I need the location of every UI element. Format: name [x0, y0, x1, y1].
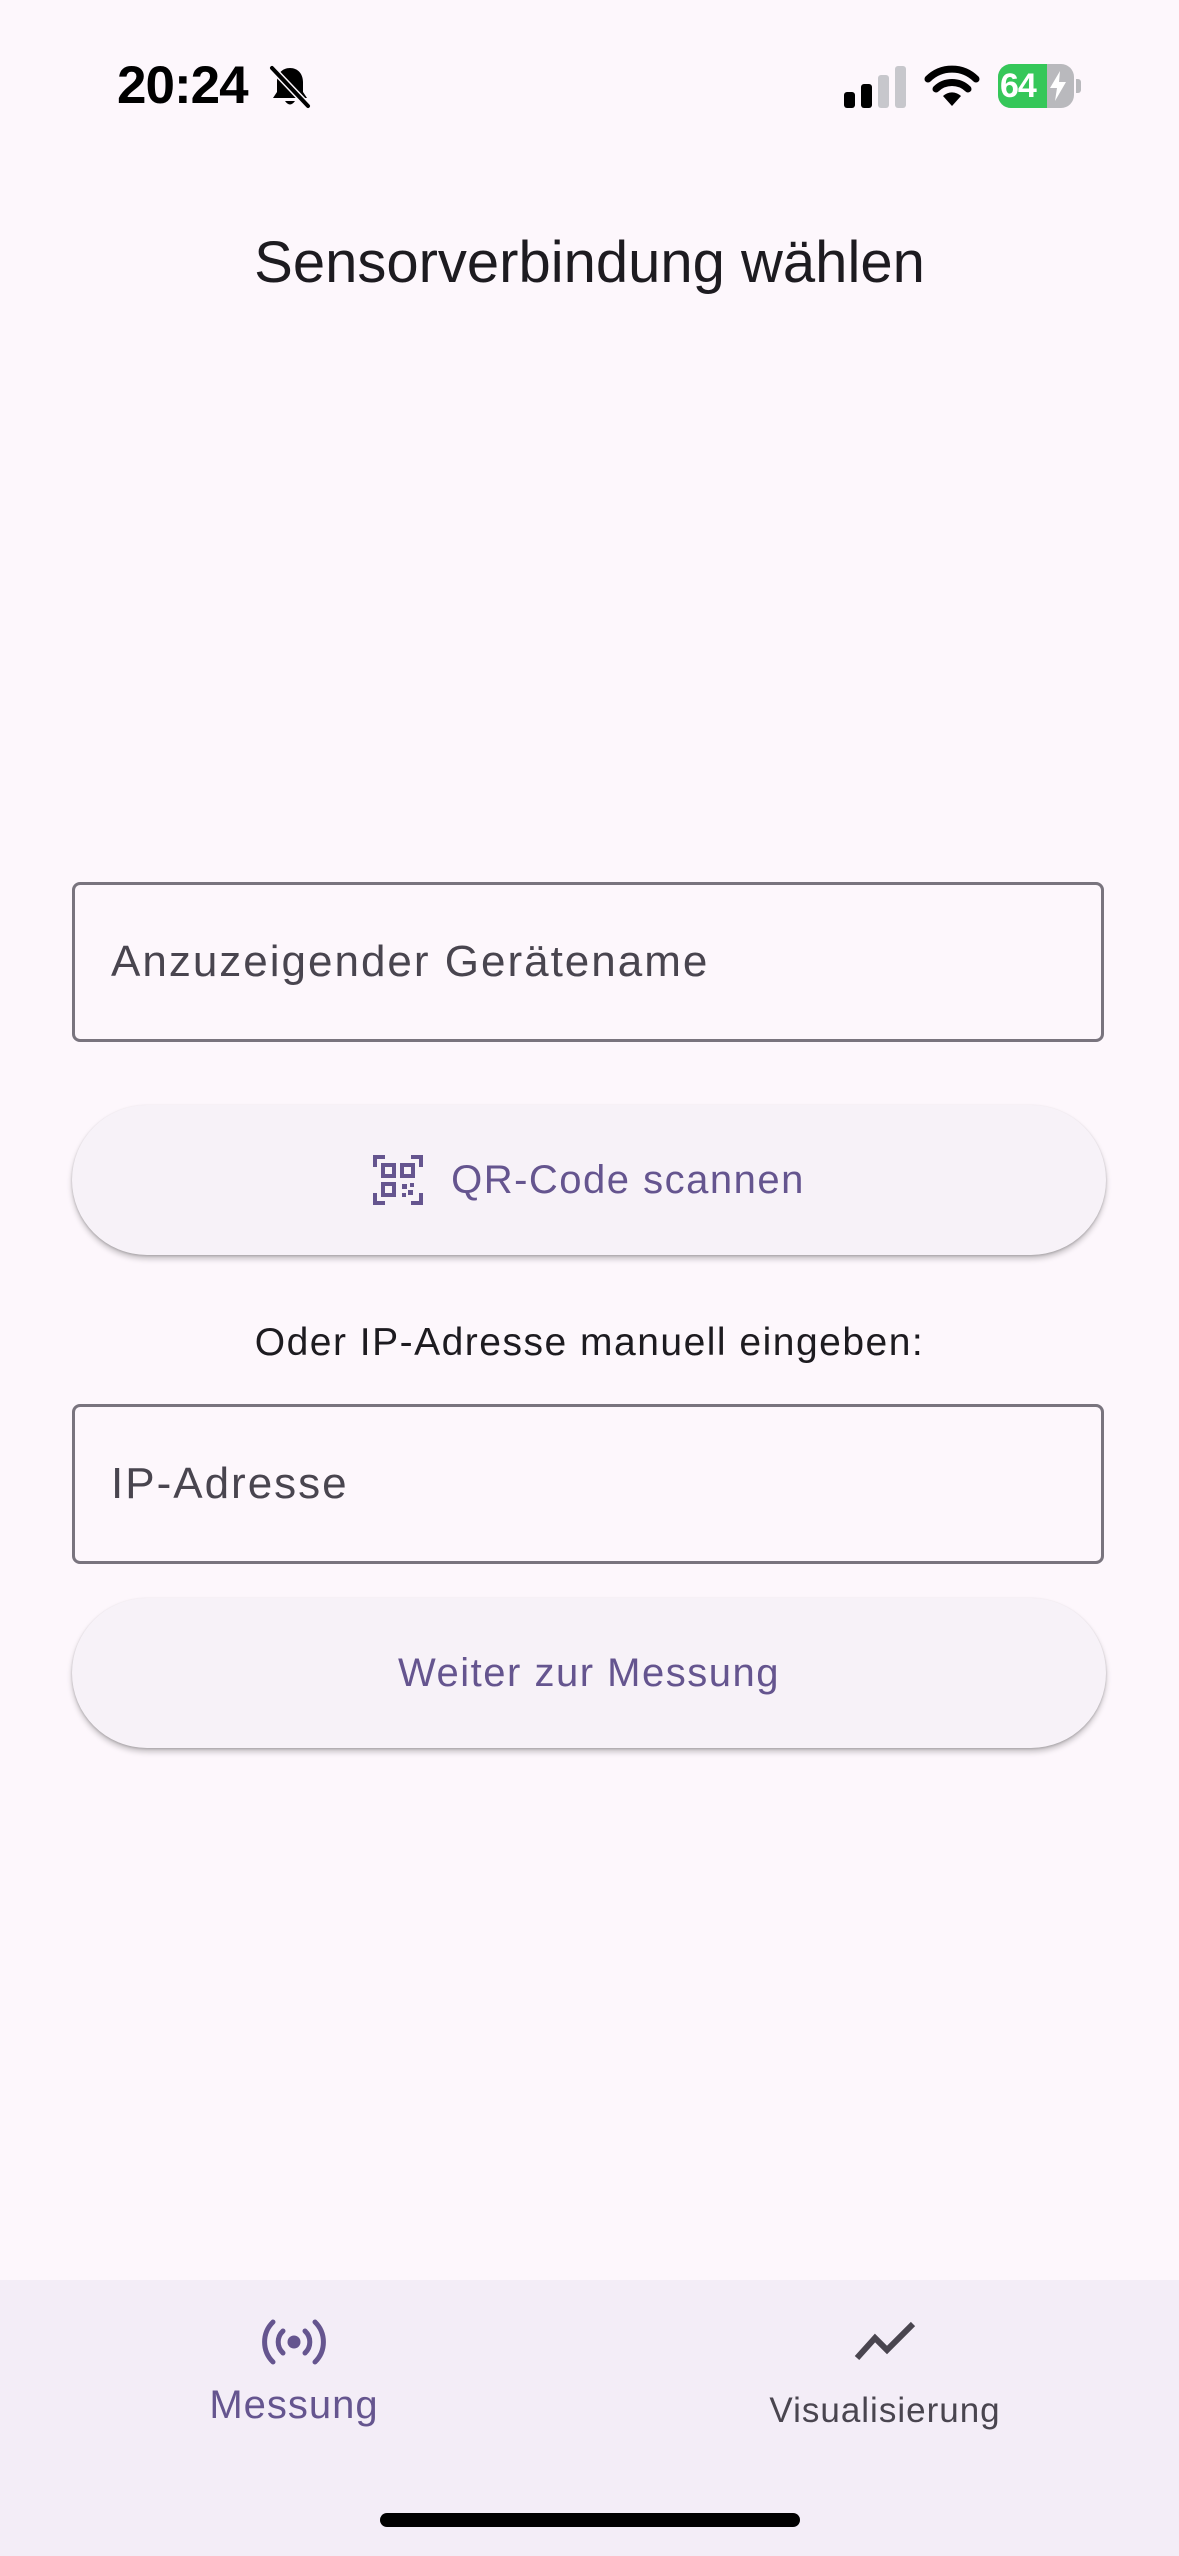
- wifi-icon: [924, 65, 980, 106]
- sensors-icon: [262, 2319, 326, 2365]
- nav-item-visualisierung[interactable]: Visualisierung: [705, 2280, 1065, 2490]
- device-name-field[interactable]: Anzuzeigender Gerätename: [72, 882, 1104, 1042]
- continue-to-measurement-button[interactable]: Weiter zur Messung: [72, 1598, 1106, 1748]
- manual-ip-hint: Oder IP-Adresse manuell eingeben:: [254, 1321, 925, 1364]
- continue-to-measurement-label: Weiter zur Messung: [398, 1650, 780, 1695]
- device-name-placeholder: Anzuzeigender Gerätename: [111, 937, 710, 986]
- ip-address-placeholder: IP-Adresse: [111, 1459, 349, 1508]
- nav-item-messung[interactable]: Messung: [114, 2280, 474, 2490]
- battery-indicator: 64: [998, 64, 1081, 108]
- ip-address-field[interactable]: IP-Adresse: [72, 1404, 1104, 1564]
- bell-slash-icon: [269, 65, 311, 109]
- nav-label-visualisierung: Visualisierung: [769, 2391, 1001, 2430]
- cellular-signal-icon: [844, 66, 906, 108]
- show-chart-icon: [854, 2321, 916, 2361]
- scan-qr-code-button[interactable]: QR-Code scannen: [72, 1105, 1106, 1255]
- scan-qr-code-label: QR-Code scannen: [451, 1157, 805, 1202]
- battery-level: 64: [1000, 67, 1037, 105]
- battery-charging-icon: [1050, 71, 1066, 101]
- nav-label-messung: Messung: [209, 2383, 379, 2427]
- home-indicator[interactable]: [380, 2513, 800, 2527]
- qr-code-scanner-icon: [373, 1155, 424, 1205]
- sensor-connection-screen: 20:24 64 Sensorverbindung wählen Anzuzei…: [0, 0, 1179, 2556]
- page-title: Sensorverbindung wählen: [254, 230, 925, 295]
- status-time: 20:24: [117, 56, 249, 115]
